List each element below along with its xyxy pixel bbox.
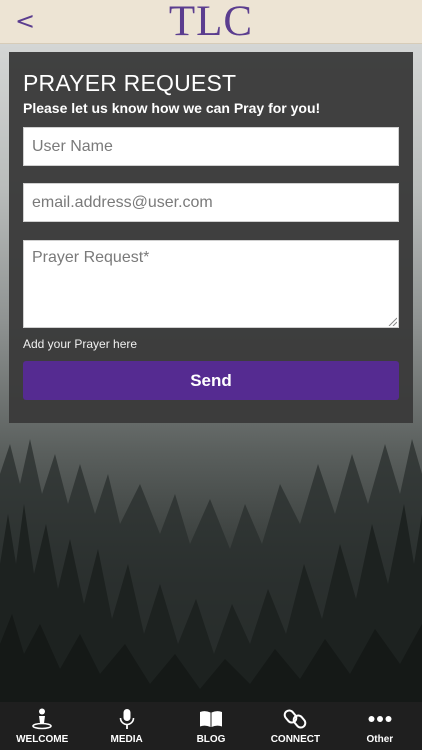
app-header: < TLC bbox=[0, 0, 422, 44]
prayer-hint: Add your Prayer here bbox=[23, 337, 138, 351]
nav-item-welcome[interactable]: WELCOME bbox=[0, 702, 84, 750]
app-logo: TLC bbox=[168, 0, 254, 45]
nav-item-blog[interactable]: BLOG bbox=[169, 702, 253, 750]
nav-item-media[interactable]: MEDIA bbox=[84, 702, 168, 750]
person-icon bbox=[30, 708, 54, 730]
nav-label: Other bbox=[366, 734, 394, 745]
nav-item-other[interactable]: Other bbox=[338, 702, 422, 750]
link-icon bbox=[283, 708, 307, 730]
more-dots-icon bbox=[368, 708, 392, 730]
nav-label: WELCOME bbox=[16, 734, 69, 745]
nav-label: CONNECT bbox=[270, 734, 321, 745]
user-name-input[interactable] bbox=[23, 127, 399, 166]
resize-grip-icon[interactable] bbox=[387, 316, 397, 326]
prayer-request-textarea[interactable] bbox=[23, 240, 399, 328]
send-button[interactable]: Send bbox=[23, 361, 399, 400]
form-subtitle: Please let us know how we can Pray for y… bbox=[23, 100, 321, 116]
book-icon bbox=[199, 708, 223, 730]
prayer-request-form: PRAYER REQUEST Please let us know how we… bbox=[9, 52, 413, 423]
nav-item-connect[interactable]: CONNECT bbox=[253, 702, 337, 750]
microphone-icon bbox=[115, 708, 139, 730]
bottom-nav: WELCOME MEDIA BLOG CONNECT Other bbox=[0, 702, 422, 750]
nav-label: MEDIA bbox=[110, 734, 143, 745]
email-input[interactable] bbox=[23, 183, 399, 222]
nav-label: BLOG bbox=[196, 734, 226, 745]
form-title: PRAYER REQUEST bbox=[23, 70, 237, 96]
